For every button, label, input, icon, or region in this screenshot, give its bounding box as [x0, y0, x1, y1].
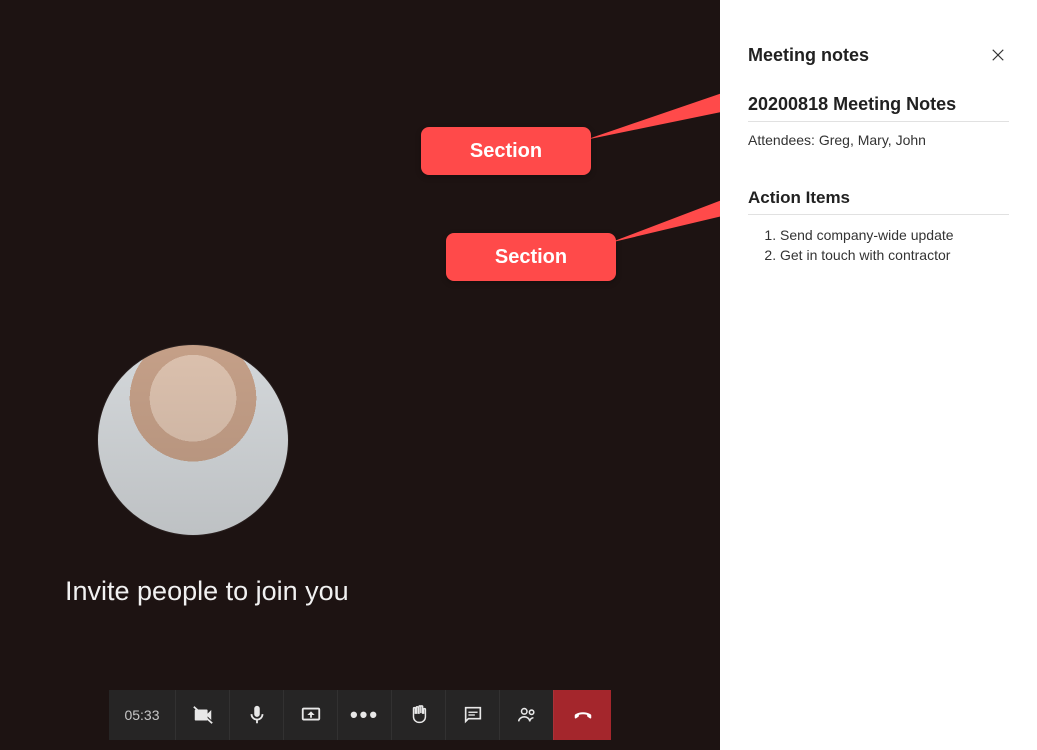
callout-pointer-1: [585, 90, 735, 150]
participant-avatar: [98, 345, 288, 535]
hang-up-icon: [572, 704, 594, 726]
raise-hand-icon: [408, 704, 430, 726]
action-items-title[interactable]: Action Items: [748, 188, 1009, 215]
action-item[interactable]: Get in touch with contractor: [780, 247, 1009, 263]
microphone-icon: [246, 704, 268, 726]
chat-icon: [462, 704, 484, 726]
camera-toggle-button[interactable]: [175, 690, 229, 740]
close-icon: [991, 48, 1005, 62]
call-timer: 05:33: [109, 690, 175, 740]
microphone-toggle-button[interactable]: [229, 690, 283, 740]
annotation-label: Section: [470, 140, 542, 163]
action-item[interactable]: Send company-wide update: [780, 227, 1009, 243]
camera-off-icon: [192, 704, 214, 726]
meeting-control-bar: 05:33 •••: [109, 690, 611, 740]
notes-section-title[interactable]: 20200818 Meeting Notes: [748, 94, 1009, 122]
meeting-notes-panel: Meeting notes 20200818 Meeting Notes Att…: [720, 0, 1037, 750]
share-screen-icon: [300, 704, 322, 726]
hang-up-button[interactable]: [553, 690, 611, 740]
panel-header: Meeting notes: [748, 44, 1009, 66]
close-panel-button[interactable]: [987, 44, 1009, 66]
annotation-callout-2: Section: [446, 233, 616, 281]
share-screen-button[interactable]: [283, 690, 337, 740]
participants-button[interactable]: [499, 690, 553, 740]
ellipsis-icon: •••: [350, 702, 379, 728]
people-icon: [516, 704, 538, 726]
attendees-line[interactable]: Attendees: Greg, Mary, John: [748, 132, 1009, 148]
more-actions-button[interactable]: •••: [337, 690, 391, 740]
action-items-list[interactable]: Send company-wide update Get in touch wi…: [780, 227, 1009, 263]
meeting-stage: Invite people to join you Section Sectio…: [0, 0, 720, 750]
annotation-label: Section: [495, 246, 567, 269]
invite-text: Invite people to join you: [65, 576, 349, 607]
raise-hand-button[interactable]: [391, 690, 445, 740]
panel-title: Meeting notes: [748, 45, 869, 66]
chat-button[interactable]: [445, 690, 499, 740]
annotation-callout-1: Section: [421, 127, 591, 175]
